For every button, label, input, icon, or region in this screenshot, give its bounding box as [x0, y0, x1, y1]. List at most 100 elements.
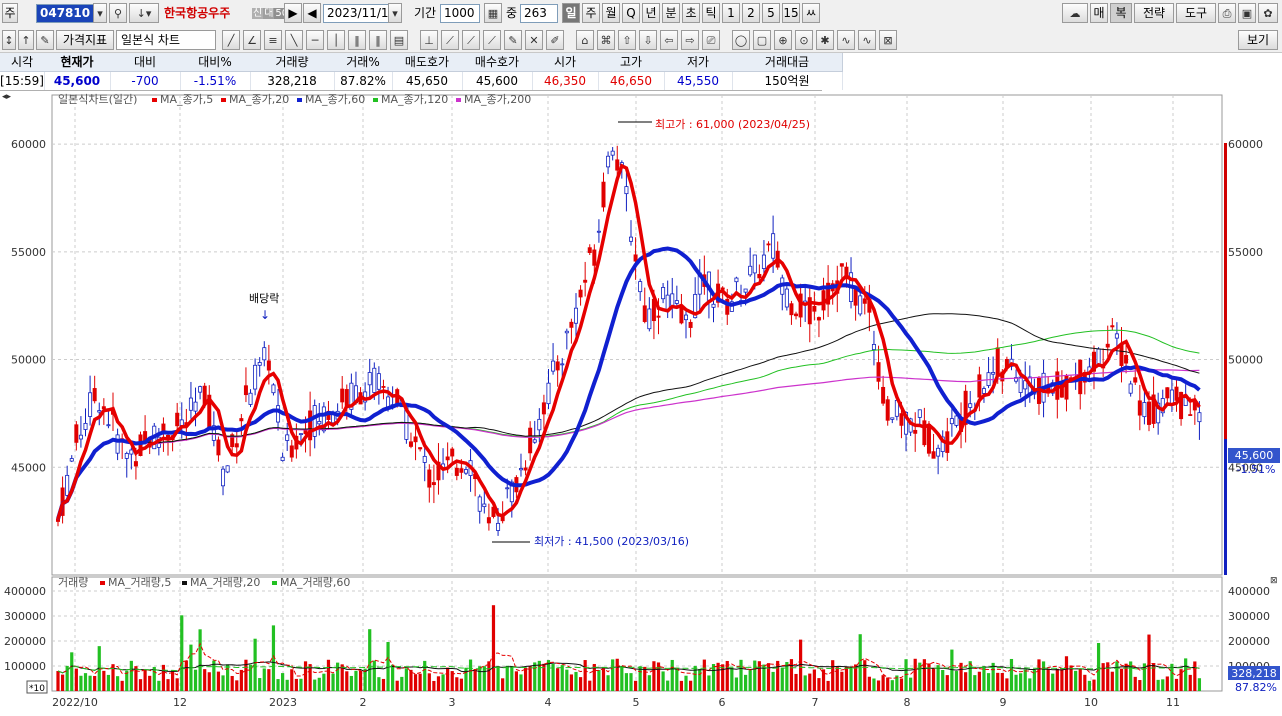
next-button[interactable]: ▶	[284, 3, 302, 23]
date-dropdown-button[interactable]: ▾	[388, 3, 402, 23]
volume-bar	[780, 667, 784, 691]
table-icon[interactable]: ▤	[390, 30, 408, 50]
collapse-button[interactable]: ↕	[2, 30, 16, 50]
home-icon[interactable]: ⌂	[576, 30, 594, 50]
candle-body	[610, 150, 615, 156]
save-button[interactable]: ▣	[1238, 3, 1256, 23]
candle-body	[926, 424, 931, 454]
code-dropdown-button[interactable]: ▾	[93, 3, 107, 23]
close-box-icon[interactable]: ⊠	[879, 30, 897, 50]
wave-icon[interactable]: ∿	[858, 30, 876, 50]
volume-bar	[702, 659, 706, 691]
quote-header: 시가	[532, 53, 599, 72]
edit-button[interactable]: ✎	[36, 30, 54, 50]
indicator-button[interactable]: 가격지표	[56, 30, 114, 50]
zoom-out-icon[interactable]: ⊙	[795, 30, 813, 50]
move-button[interactable]: ↑	[18, 30, 34, 50]
tools-button[interactable]: 도구	[1176, 3, 1216, 23]
cross-icon[interactable]: ⊥	[420, 30, 438, 50]
copy-button[interactable]: 복	[1110, 3, 1132, 23]
print-button[interactable]: ⎙	[1218, 3, 1236, 23]
settings-button[interactable]: ✿	[1258, 3, 1278, 23]
vertical-line-icon[interactable]: │	[327, 30, 345, 50]
edit-icon[interactable]: ✐	[546, 30, 564, 50]
horizontal-line-icon[interactable]: ─	[306, 30, 324, 50]
timeframe-1[interactable]: 주	[582, 3, 600, 23]
price-chart-svg[interactable]: 60000 6000055000 5500050000 5000045000 45000…	[0, 91, 1282, 713]
circle-icon[interactable]: ◯	[732, 30, 750, 50]
legend-swatch	[456, 98, 461, 102]
timeframe-10[interactable]: 5	[762, 3, 780, 23]
volume-tick-label: 300000	[4, 610, 46, 623]
candle-body	[115, 434, 120, 454]
sort-button[interactable]: ↓▾	[129, 3, 159, 23]
buy-sell-button[interactable]: 매	[1090, 3, 1108, 23]
line-icon[interactable]: ╱	[222, 30, 240, 50]
timeframe-5[interactable]: 분	[662, 3, 680, 23]
cloud-button[interactable]: ☁	[1062, 3, 1088, 23]
candle-body	[1018, 376, 1023, 393]
count-input[interactable]: 263	[520, 4, 558, 23]
candle-body	[917, 409, 922, 418]
prev-button[interactable]: ◀	[303, 3, 321, 23]
channel-icon[interactable]: ‖	[348, 30, 366, 50]
search-button[interactable]: ⚲	[109, 3, 127, 23]
candle-body	[445, 456, 450, 461]
timeframe-0[interactable]: 일	[562, 3, 580, 23]
volume-bar	[867, 676, 871, 691]
rect-icon[interactable]: ▢	[753, 30, 771, 50]
memo-icon[interactable]: ⎚	[702, 30, 720, 50]
chart-area[interactable]: 60000 60000 55000 55000 50000 50000 45000 45000…	[0, 91, 1282, 713]
chart-type-select[interactable]: 일본식 차트	[116, 30, 216, 50]
candle-body	[340, 388, 345, 403]
market-selector[interactable]: 주	[2, 3, 18, 23]
date-input[interactable]: 2023/11/13	[323, 4, 396, 23]
strategy-button[interactable]: 전략	[1134, 3, 1174, 23]
volume-bar	[423, 660, 427, 691]
stock-code-input[interactable]: 047810	[36, 4, 94, 23]
volume-bar	[1083, 674, 1087, 691]
delete-icon[interactable]: ✕	[525, 30, 543, 50]
wave-icon[interactable]: ∿	[837, 30, 855, 50]
view-button[interactable]: 보기	[1238, 30, 1278, 50]
timeframe-8[interactable]: 1	[722, 3, 740, 23]
timeframe-4[interactable]: 년	[642, 3, 660, 23]
timeframe-9[interactable]: 2	[742, 3, 760, 23]
trend-icon[interactable]: ⟋	[483, 30, 501, 50]
candle-body	[573, 307, 578, 324]
volume-bar	[556, 668, 560, 691]
fan-icon[interactable]: ≡	[264, 30, 282, 50]
trend-icon[interactable]: ⟋	[462, 30, 480, 50]
angle-icon[interactable]: ∠	[243, 30, 261, 50]
timeframe-2[interactable]: 월	[602, 3, 620, 23]
arrow-up-icon[interactable]: ⇧	[618, 30, 636, 50]
candle-body	[881, 386, 886, 404]
arrow-down-icon[interactable]: ⇩	[639, 30, 657, 50]
arrow-right-icon[interactable]: ⇨	[681, 30, 699, 50]
timeframe-11[interactable]: 15	[782, 3, 800, 23]
pen-icon[interactable]: ✎	[504, 30, 522, 50]
magic-icon[interactable]: ✱	[816, 30, 834, 50]
y-tick-label: 50000	[11, 354, 46, 367]
period-input[interactable]: 1000	[440, 4, 480, 23]
trend-icon[interactable]: ⟋	[441, 30, 459, 50]
volume-bar	[523, 667, 528, 691]
candle-body	[1105, 343, 1110, 348]
candle-body	[560, 363, 565, 366]
grid-button[interactable]: ▦	[484, 3, 502, 23]
candle-body	[624, 186, 629, 195]
volume-bar	[372, 660, 376, 691]
volume-tick-label-right: 400000	[1228, 585, 1270, 598]
zoom-in-icon[interactable]: ⊕	[774, 30, 792, 50]
parallel-icon[interactable]: ‖	[369, 30, 387, 50]
arrow-left-icon[interactable]: ⇦	[660, 30, 678, 50]
candle-body	[858, 295, 863, 315]
timeframe-3[interactable]: Q	[622, 3, 640, 23]
link-icon[interactable]: ⌘	[597, 30, 615, 50]
timeframe-7[interactable]: 틱	[702, 3, 720, 23]
volume-tick-label: 400000	[4, 585, 46, 598]
timeframe-6[interactable]: 초	[682, 3, 700, 23]
volume-bar	[533, 662, 537, 691]
timeframe-12[interactable]: ㅆ	[802, 3, 820, 23]
ray-icon[interactable]: ╲	[285, 30, 303, 50]
